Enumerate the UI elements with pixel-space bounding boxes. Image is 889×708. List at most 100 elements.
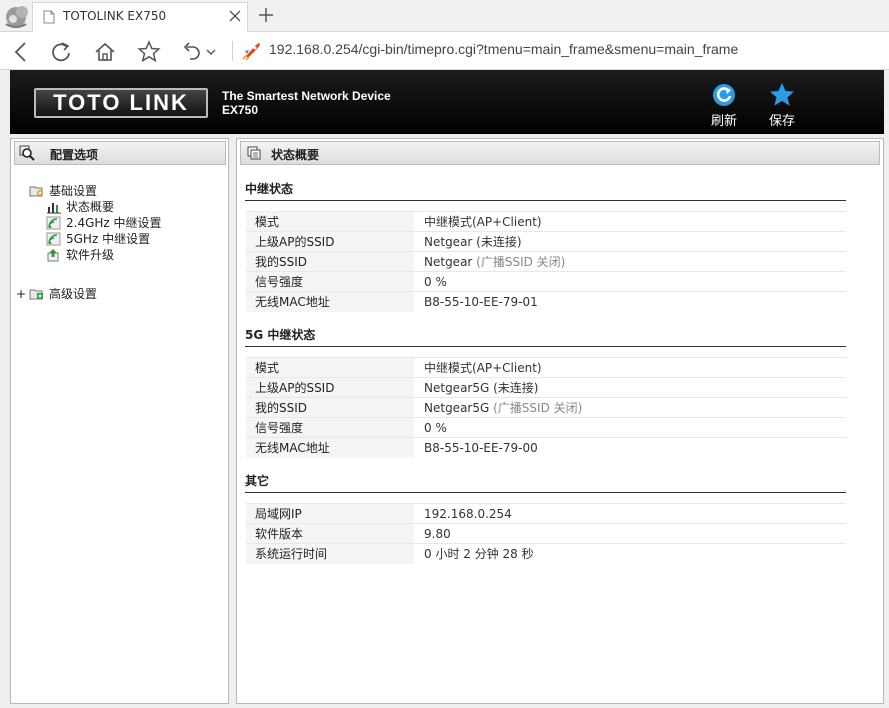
table-row: 上级AP的SSID Netgear5G (未连接) (246, 377, 846, 398)
section-title-repeater-status: 中继状态 (245, 181, 846, 201)
address-bar[interactable]: 192.168.0.254/cgi-bin/timepro.cgi?tmenu=… (269, 41, 738, 57)
sidebar-item-label: 软件升级 (66, 248, 115, 262)
sidebar-item-label: 状态概要 (66, 200, 115, 214)
search-icon (19, 145, 35, 161)
sidebar-item-5g-repeater[interactable]: 5GHz 中继设置 (46, 232, 196, 246)
expand-toggle[interactable]: + (16, 287, 28, 301)
panel-header: 状态概要 (240, 141, 880, 165)
logo-text: TOTO LINK (53, 90, 189, 115)
page-header: TOTO LINK The Smartest Network Device EX… (10, 70, 884, 134)
star-icon (770, 83, 794, 106)
value-text: 0 小时 2 分钟 28 秒 (424, 547, 534, 562)
sidebar-group-label: 高级设置 (49, 287, 98, 301)
sidebar-header: 配置选项 (14, 141, 226, 165)
value-text: 中继模式(AP+Client) (424, 215, 542, 229)
reload-icon[interactable] (48, 39, 74, 65)
sidebar-item-firmware-upgrade[interactable]: 软件升级 (46, 248, 166, 262)
save-label: 保存 (768, 114, 795, 129)
page-title: 状态概要 (271, 148, 320, 162)
table-row: 无线MAC地址 B8-55-10-EE-79-01 (246, 291, 846, 312)
other-info-table: 局域网IP 192.168.0.254 软件版本 9.80 系统运行时间 0 小… (246, 503, 846, 564)
bookmark-star-icon[interactable] (136, 39, 162, 65)
refresh-label: 刷新 (710, 114, 737, 129)
model-name: EX750 (222, 103, 259, 117)
folder-settings-icon (29, 186, 43, 197)
row-key: 模式 (246, 211, 414, 232)
save-button[interactable]: 保存 (762, 82, 802, 129)
row-value: Netgear (广播SSID 关闭) (414, 251, 846, 272)
expand-plus-icon: + (16, 287, 27, 301)
table-row: 软件版本 9.80 (246, 523, 846, 544)
close-icon[interactable] (227, 8, 243, 24)
home-icon[interactable] (92, 39, 118, 65)
table-row: 上级AP的SSID Netgear (未连接) (246, 231, 846, 252)
sidebar-group-label: 基础设置 (49, 184, 98, 198)
browser-tab-bar: TOTOLINK EX750 (0, 0, 889, 32)
value-text: Netgear (424, 255, 473, 269)
row-value: 0 % (414, 417, 846, 438)
row-key: 局域网IP (246, 503, 414, 524)
page-icon (43, 10, 55, 24)
row-value: 192.168.0.254 (414, 503, 846, 524)
refresh-button[interactable]: 刷新 (704, 82, 744, 129)
section-title-5g-repeater-status: 5G 中继状态 (245, 327, 846, 347)
table-row: 信号强度 0 % (246, 417, 846, 438)
browser-logo-icon[interactable] (2, 2, 32, 30)
totolink-logo: TOTO LINK (34, 88, 208, 118)
table-row: 模式 中继模式(AP+Client) (246, 211, 846, 232)
value-note: (广播SSID 关闭) (489, 401, 583, 415)
value-text: 0 % (424, 274, 447, 289)
table-row: 我的SSID Netgear (广播SSID 关闭) (246, 251, 846, 272)
sidebar-item-status[interactable]: 状态概要 (46, 200, 166, 214)
value-text: 0 % (424, 420, 447, 435)
rocket-icon[interactable] (240, 41, 262, 61)
section-title-other: 其它 (245, 473, 846, 493)
row-key: 模式 (246, 357, 414, 378)
row-value: B8-55-10-EE-79-00 (414, 437, 846, 458)
browser-toolbar: 192.168.0.254/cgi-bin/timepro.cgi?tmenu=… (0, 32, 889, 70)
row-key: 信号强度 (246, 271, 414, 292)
value-text: 中继模式(AP+Client) (424, 361, 542, 375)
undo-dropdown-chevron-down-icon[interactable] (204, 39, 218, 65)
config-sidebar: 配置选项 基础设置 状态概要 2.4GHz 中继设置 5GHz 中继设置 软件升… (10, 138, 229, 704)
undo-icon[interactable] (178, 39, 204, 65)
wireless-icon (46, 232, 61, 246)
sidebar-item-2g-repeater[interactable]: 2.4GHz 中继设置 (46, 216, 196, 230)
status-panel: 状态概要 中继状态 模式 中继模式(AP+Client) 上级AP的SSID N… (236, 138, 884, 704)
row-value: 0 小时 2 分钟 28 秒 (414, 543, 846, 564)
sidebar-group-basic[interactable]: 基础设置 (29, 184, 149, 198)
row-key: 无线MAC地址 (246, 291, 414, 312)
sidebar-title: 配置选项 (50, 148, 99, 162)
browser-tab[interactable]: TOTOLINK EX750 (32, 2, 248, 32)
row-key: 信号强度 (246, 417, 414, 438)
tab-title: TOTOLINK EX750 (63, 9, 167, 23)
value-text: B8-55-10-EE-79-01 (424, 294, 538, 309)
value-text: Netgear5G (424, 381, 490, 395)
bar-chart-icon (47, 203, 61, 214)
folder-settings-icon (29, 289, 43, 300)
sidebar-group-advanced[interactable]: 高级设置 (29, 287, 149, 301)
tagline: The Smartest Network Device (222, 89, 391, 103)
table-row: 局域网IP 192.168.0.254 (246, 503, 846, 524)
row-key: 无线MAC地址 (246, 437, 414, 458)
row-value: 中继模式(AP+Client) (414, 357, 846, 378)
window-icon (247, 146, 261, 160)
upgrade-icon (47, 249, 59, 262)
value-note: (未连接) (489, 381, 539, 395)
sidebar-item-label: 2.4GHz 中继设置 (66, 216, 162, 230)
row-key: 我的SSID (246, 397, 414, 418)
value-text: Netgear5G (424, 401, 490, 415)
table-row: 我的SSID Netgear5G (广播SSID 关闭) (246, 397, 846, 418)
5g-repeater-status-table: 模式 中继模式(AP+Client) 上级AP的SSID Netgear5G (… (246, 357, 846, 458)
router-page: TOTO LINK The Smartest Network Device EX… (0, 70, 889, 708)
row-value: Netgear5G (未连接) (414, 377, 846, 398)
row-key: 系统运行时间 (246, 543, 414, 564)
toolbar-divider (232, 41, 233, 61)
new-tab-icon[interactable] (256, 5, 276, 25)
value-text: B8-55-10-EE-79-00 (424, 440, 538, 455)
row-value: 中继模式(AP+Client) (414, 211, 846, 232)
back-icon[interactable] (8, 39, 34, 65)
value-text: 9.80 (424, 526, 451, 541)
row-value: 9.80 (414, 523, 846, 544)
sidebar-item-label: 5GHz 中继设置 (66, 232, 151, 246)
